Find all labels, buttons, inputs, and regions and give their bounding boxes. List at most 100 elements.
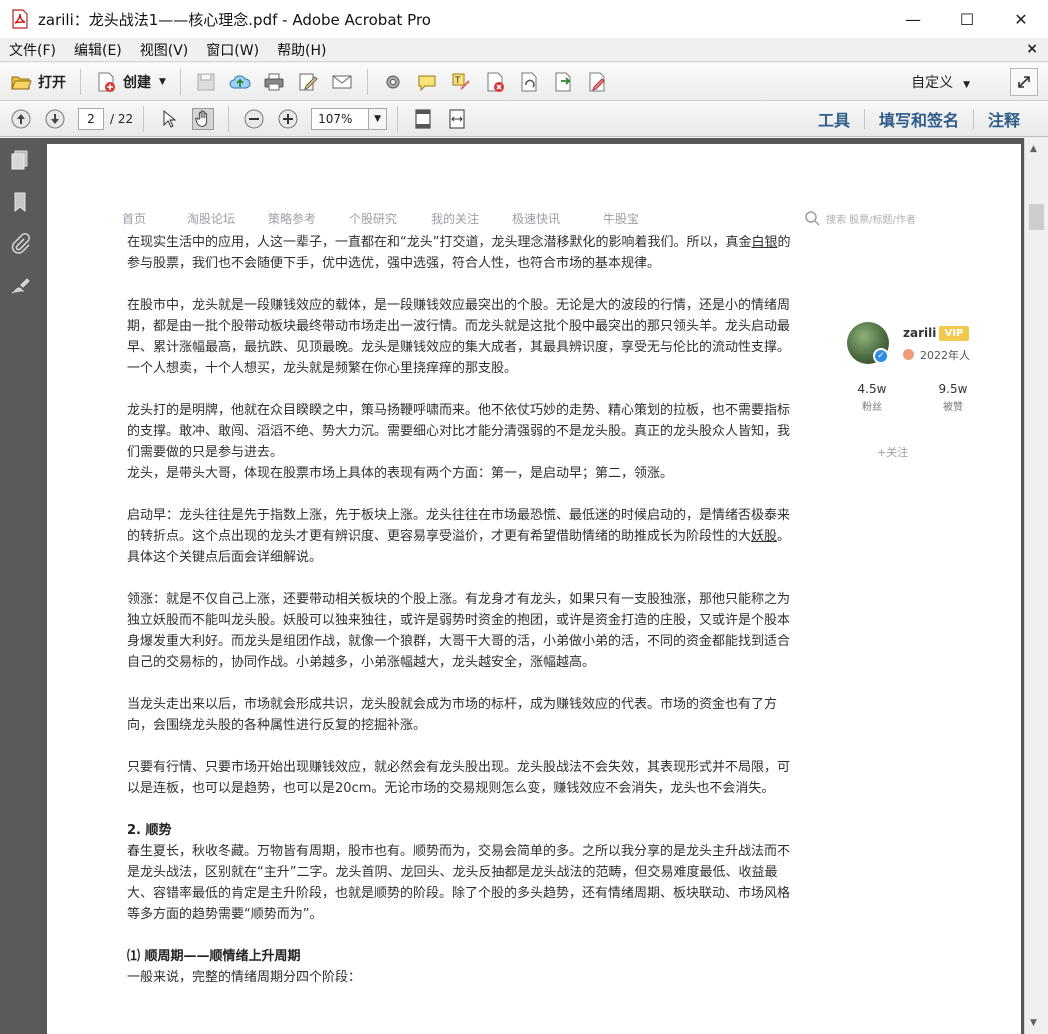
paragraph: 当龙头走出来以后，市场就会形成共识，龙头股就会成为市场的标杆，成为赚钱效应的代表… — [127, 697, 778, 733]
gear-icon[interactable] — [382, 71, 404, 93]
toolbar-separator — [143, 105, 145, 132]
page-total: / 22 — [110, 111, 134, 126]
hand-tool-icon[interactable] — [192, 107, 215, 130]
zoom-dropdown-button[interactable]: ▼ — [369, 107, 388, 130]
web-nav-forum[interactable]: 淘股论坛 — [187, 210, 235, 227]
paragraph: 春生夏长，秋收冬藏。万物皆有周期，股市也有。顺势而为，交易会简单的多。之所以我分… — [127, 844, 791, 922]
customize-dropdown[interactable]: 自定义 ▼ — [911, 72, 970, 92]
toolbar-separator — [366, 68, 368, 95]
open-button[interactable]: 打开 — [4, 67, 72, 97]
fit-page-icon[interactable] — [412, 108, 434, 130]
open-label: 打开 — [38, 74, 66, 91]
menu-view[interactable]: 视图(V) — [131, 40, 198, 60]
create-label: 创建 — [123, 74, 151, 91]
fill-sign-pane-link[interactable]: 填写和签名 — [865, 107, 973, 131]
bookmark-icon[interactable] — [8, 190, 32, 214]
menu-window[interactable]: 窗口(W) — [197, 40, 268, 60]
website-nav: 首页 淘股论坛 策略参考 个股研究 我的关注 极速快讯 牛股宝 搜索 股票/标题… — [47, 210, 1021, 230]
web-nav-flash-news[interactable]: 极速快讯 — [512, 210, 560, 227]
signature-pen-icon[interactable] — [8, 274, 32, 298]
fit-width-icon[interactable] — [446, 108, 468, 130]
toolbar-separator — [179, 68, 181, 95]
paragraph: 龙头，是带头大哥，体现在股票市场上具体的表现有两个方面：第一，是启动早；第二，领… — [127, 466, 674, 481]
scroll-up-arrow-icon[interactable]: ▲ — [1030, 144, 1037, 154]
menu-help[interactable]: 帮助(H) — [268, 40, 335, 60]
previous-page-icon[interactable] — [10, 108, 32, 130]
zoom-in-icon[interactable] — [277, 108, 299, 130]
rotate-page-icon[interactable] — [518, 71, 540, 93]
comment-pane-link[interactable]: 注释 — [974, 107, 1034, 131]
underlined-term: 妖股 — [751, 529, 778, 544]
subsection-heading: ⑴ 顺周期——顺情绪上升周期 — [127, 949, 301, 964]
document-view[interactable]: 首页 淘股论坛 策略参考 个股研究 我的关注 极速快讯 牛股宝 搜索 股票/标题… — [40, 138, 1024, 1034]
paragraph: 领涨：就是不仅自己上涨，还要带动相关板块的个股上涨。有龙身才有龙头，如果只有一支… — [127, 592, 791, 670]
edit-document-icon[interactable] — [297, 71, 319, 93]
navigation-toolbar: 2 / 22 107% ▼ 工具 填写和签名 注释 — [0, 101, 1048, 137]
zoom-out-icon[interactable] — [243, 108, 265, 130]
search-icon — [804, 210, 820, 226]
fans-stat: 4.5w 粉丝 — [857, 382, 887, 413]
paragraph: 启动早：龙头往往是先于指数上涨，先于板块上涨。龙头往往在市场最恐慌、最低迷的时候… — [127, 508, 791, 565]
folder-open-icon — [10, 71, 32, 93]
minimize-button[interactable]: — — [886, 0, 940, 38]
web-nav-stock-research[interactable]: 个股研究 — [349, 210, 397, 227]
comment-bubble-icon[interactable] — [416, 71, 438, 93]
underlined-term: 白银 — [751, 235, 778, 250]
tools-pane-link[interactable]: 工具 — [804, 107, 864, 131]
chevron-down-icon: ▼ — [963, 80, 970, 90]
search-input[interactable]: 搜索 股票/标题/作者 — [826, 211, 916, 226]
scroll-down-arrow-icon[interactable]: ▼ — [1030, 1018, 1037, 1028]
web-nav-strategy[interactable]: 策略参考 — [268, 210, 316, 227]
paragraph: 龙头打的是明牌，他就在众目睽睽之中，策马扬鞭呼啸而来。他不依仗巧妙的走势、精心策… — [127, 403, 791, 460]
verified-check-icon: ✓ — [873, 348, 889, 364]
paragraph: 一般来说，完整的情绪周期分四个阶段： — [127, 970, 362, 985]
web-nav-niugubao[interactable]: 牛股宝 — [603, 210, 639, 227]
save-icon[interactable] — [195, 71, 217, 93]
toolbar-separator — [80, 68, 81, 95]
author-name[interactable]: zarili — [903, 326, 936, 340]
chevron-down-icon: ▼ — [374, 113, 382, 124]
zoom-level-input[interactable]: 107% — [311, 107, 370, 130]
likes-stat: 9.5w 被赞 — [938, 382, 968, 413]
vip-badge: VIP — [939, 326, 969, 341]
create-button[interactable]: 创建 ▼ — [89, 67, 172, 97]
menu-close-document-button[interactable]: × — [1026, 41, 1038, 57]
web-nav-home[interactable]: 首页 — [122, 210, 146, 227]
highlight-text-icon[interactable]: T — [450, 71, 472, 93]
chevron-down-icon: ▼ — [159, 76, 166, 87]
maximize-button[interactable]: ☐ — [940, 0, 994, 38]
section-heading: 2. 顺势 — [127, 823, 172, 838]
page-thumbnails-icon[interactable] — [8, 148, 32, 172]
scrollbar-thumb[interactable] — [1029, 204, 1044, 230]
menu-file[interactable]: 文件(F) — [0, 40, 65, 60]
delete-page-icon[interactable] — [484, 71, 506, 93]
select-cursor-icon[interactable] — [158, 108, 180, 130]
email-icon[interactable] — [331, 71, 353, 93]
badge-medal-icon — [903, 349, 914, 360]
paragraph: 只要有行情、只要市场开始出现赚钱效应，就必然会有龙头股出现。龙头股战法不会失效，… — [127, 760, 791, 796]
next-page-icon[interactable] — [44, 108, 66, 130]
article-body: 在现实生活中的应用，人这一辈子，一直都在和“龙头”打交道，龙头理念潜移默化的影响… — [127, 232, 792, 988]
vertical-scrollbar[interactable]: ▲ ▼ — [1024, 138, 1048, 1034]
svg-text:T: T — [454, 76, 461, 86]
web-nav-following[interactable]: 我的关注 — [431, 210, 479, 227]
cloud-upload-icon[interactable] — [229, 71, 251, 93]
menu-edit[interactable]: 编辑(E) — [65, 40, 131, 60]
follow-button[interactable]: +关注 — [877, 444, 908, 460]
author-card: ✓ zarili VIP 2022年人 4.5w 粉丝 9.5w 被赞 — [847, 322, 987, 442]
title-bar: zarili：龙头战法1——核心理念.pdf - Adobe Acrobat P… — [0, 0, 1048, 38]
page-number-input[interactable]: 2 — [78, 107, 104, 130]
print-icon[interactable] — [263, 71, 285, 93]
paragraph: 在现实生活中的应用，人这一辈子，一直都在和“龙头”打交道，龙头理念潜移默化的影响… — [127, 235, 791, 271]
pdf-page: 首页 淘股论坛 策略参考 个股研究 我的关注 极速快讯 牛股宝 搜索 股票/标题… — [47, 144, 1021, 1034]
navigation-pane — [0, 138, 40, 1034]
menu-bar: 文件(F) 编辑(E) 视图(V) 窗口(W) 帮助(H) × — [0, 38, 1048, 62]
attachment-paperclip-icon[interactable] — [8, 232, 32, 256]
sign-form-icon[interactable] — [586, 71, 608, 93]
close-button[interactable]: ✕ — [994, 0, 1048, 38]
fullscreen-expand-button[interactable] — [1010, 68, 1038, 96]
extract-page-icon[interactable] — [552, 71, 574, 93]
expand-arrow-icon — [1018, 76, 1030, 88]
paragraph: 在股市中，龙头就是一段赚钱效应的载体，是一段赚钱效应最突出的个股。无论是大的波段… — [127, 298, 791, 376]
window-title: zarili：龙头战法1——核心理念.pdf - Adobe Acrobat P… — [38, 10, 431, 29]
